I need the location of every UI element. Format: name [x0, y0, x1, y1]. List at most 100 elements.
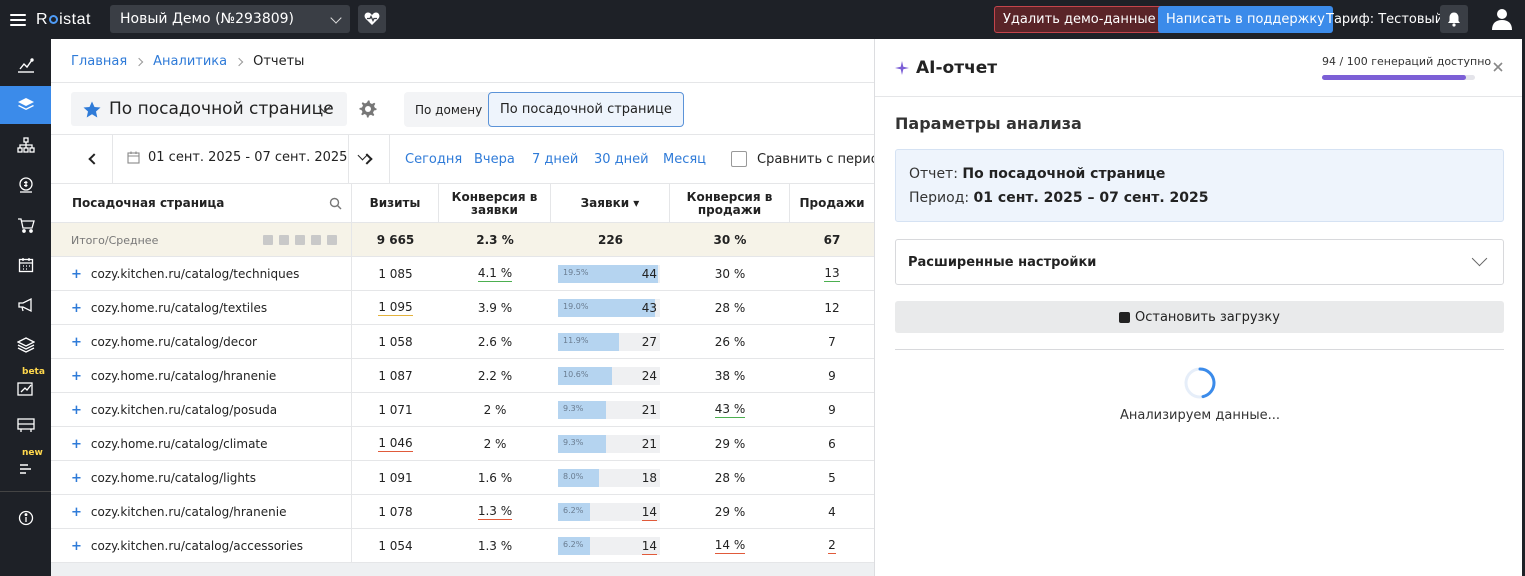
sidebar-item-analytics[interactable]	[0, 46, 51, 84]
phone-icon[interactable]	[311, 235, 321, 245]
period-30-days[interactable]: 30 дней	[594, 152, 649, 167]
row-page-cell[interactable]: + cozy.kitchen.ru/catalog/accessories	[51, 529, 352, 563]
column-header-conv-leads[interactable]: Конверсия в заявки	[439, 184, 551, 223]
next-period-button[interactable]	[348, 135, 390, 183]
row-visits-cell: 1 085	[352, 257, 439, 291]
row-page: cozy.home.ru/catalog/decor	[90, 335, 257, 349]
row-visits: 1 046	[378, 436, 413, 452]
row-page: cozy.kitchen.ru/catalog/accessories	[90, 539, 303, 553]
expand-icon[interactable]: +	[71, 403, 82, 418]
table-row[interactable]: + cozy.kitchen.ru/catalog/techniques 1 085…	[51, 257, 874, 291]
total-row: Итого/Среднее 9 665 2.3 % 226 30 % 67	[51, 223, 874, 257]
expand-icon[interactable]: +	[71, 335, 82, 350]
sidebar-item-reports[interactable]	[0, 86, 51, 124]
expand-icon[interactable]: +	[71, 369, 82, 384]
row-page-cell[interactable]: + cozy.home.ru/catalog/lights	[51, 461, 352, 495]
health-button[interactable]	[358, 5, 386, 33]
menu-icon[interactable]	[10, 13, 26, 26]
table-row[interactable]: + cozy.kitchen.ru/catalog/accessories 1 05…	[51, 529, 874, 563]
row-page-cell[interactable]: + cozy.home.ru/catalog/climate	[51, 427, 352, 461]
column-header-sales[interactable]: Продажи	[790, 184, 874, 223]
column-header-visits[interactable]: Визиты	[352, 184, 439, 223]
row-page-cell[interactable]: + cozy.home.ru/catalog/decor	[51, 325, 352, 359]
row-visits-cell: 1 046	[352, 427, 439, 461]
expand-icon[interactable]: +	[71, 437, 82, 452]
total-conv-sales: 30 %	[713, 233, 747, 247]
expand-icon[interactable]: +	[71, 267, 82, 282]
row-leads: 21	[641, 437, 657, 451]
row-leads-pct: 9.3%	[563, 438, 584, 447]
period-7-days[interactable]: 7 дней	[532, 152, 578, 167]
expand-icon[interactable]: +	[71, 301, 82, 316]
row-sales: 12	[824, 301, 840, 315]
checkbox[interactable]	[731, 151, 747, 167]
support-button[interactable]: Написать в поддержку	[1158, 6, 1333, 33]
sidebar-item-marketing[interactable]	[0, 286, 51, 324]
close-icon[interactable]	[1492, 61, 1504, 73]
table-row[interactable]: + cozy.home.ru/catalog/hranenie 1 087 2.2 %…	[51, 359, 874, 393]
expand-icon[interactable]: +	[71, 471, 82, 486]
table-row[interactable]: + cozy.home.ru/catalog/lights 1 091 1.6 % 8.…	[51, 461, 874, 495]
table-row[interactable]: + cozy.kitchen.ru/catalog/posuda 1 071 2 % 9…	[51, 393, 874, 427]
period-month[interactable]: Месяц	[663, 152, 706, 167]
gear-icon[interactable]	[359, 100, 377, 118]
prev-period-button[interactable]	[71, 135, 113, 183]
report-select[interactable]: По посадочной странице	[71, 92, 347, 126]
sort-icon[interactable]	[263, 235, 273, 245]
delete-demo-button[interactable]: Удалить демо-данные	[994, 6, 1165, 33]
breadcrumb-current: Отчеты	[253, 54, 305, 69]
date-range-picker[interactable]: 01 сент. 2025 - 07 сент. 2025	[127, 150, 368, 165]
row-conv-sales: 38 %	[714, 369, 746, 383]
row-page-cell[interactable]: + cozy.kitchen.ru/catalog/techniques	[51, 257, 352, 291]
row-conv-sales-cell: 29 %	[670, 495, 790, 529]
bell-icon	[1448, 12, 1460, 27]
table-row[interactable]: + cozy.home.ru/catalog/climate 1 046 2 % 9.3…	[51, 427, 874, 461]
project-select[interactable]: Новый Демо (№293809)	[110, 5, 350, 33]
sidebar-item-growth[interactable]: beta	[0, 366, 51, 404]
row-sales: 9	[828, 403, 836, 417]
sidebar-item-stack[interactable]	[0, 326, 51, 364]
stop-loading-button[interactable]: Остановить загрузку	[895, 301, 1504, 333]
advanced-settings-accordion[interactable]: Расширенные настройки	[895, 239, 1504, 285]
column-header-leads[interactable]: Заявки ▾	[551, 184, 670, 223]
row-visits-cell: 1 091	[352, 461, 439, 495]
tab-by-domain[interactable]: По домену	[404, 92, 494, 127]
sidebar-divider	[0, 491, 51, 492]
sidebar-item-finance[interactable]	[0, 166, 51, 204]
row-conv-sales-cell: 28 %	[670, 461, 790, 495]
expand-icon[interactable]: +	[71, 539, 82, 554]
project-select-label: Новый Демо (№293809)	[120, 11, 295, 27]
table-row[interactable]: + cozy.kitchen.ru/catalog/hranenie 1 078 1.…	[51, 495, 874, 529]
sidebar-item-info[interactable]	[0, 499, 51, 537]
column-header-conv-sales[interactable]: Конверсия в продажи	[670, 184, 790, 223]
horizontal-scrollbar[interactable]	[51, 563, 874, 576]
tab-by-landing[interactable]: По посадочной странице	[488, 92, 684, 127]
table-row[interactable]: + cozy.home.ru/catalog/textiles 1 095 3.9 %…	[51, 291, 874, 325]
expand-icon[interactable]: +	[71, 505, 82, 520]
notifications-button[interactable]	[1440, 5, 1468, 33]
period-today[interactable]: Сегодня	[405, 152, 462, 167]
sidebar-item-orders[interactable]	[0, 206, 51, 244]
column-header-page[interactable]: Посадочная страница	[51, 184, 352, 223]
table-row[interactable]: + cozy.home.ru/catalog/decor 1 058 2.6 % 11.…	[51, 325, 874, 359]
row-conv-sales: 43 %	[714, 402, 746, 418]
row-page-cell[interactable]: + cozy.kitchen.ru/catalog/posuda	[51, 393, 352, 427]
stop-icon[interactable]	[279, 235, 289, 245]
row-conv-sales-cell: 43 %	[670, 393, 790, 427]
chart-icon[interactable]	[295, 235, 305, 245]
row-page-cell[interactable]: + cozy.home.ru/catalog/hranenie	[51, 359, 352, 393]
period-yesterday[interactable]: Вчера	[474, 152, 515, 167]
list-icon[interactable]	[327, 235, 337, 245]
user-icon[interactable]	[1492, 8, 1512, 30]
sidebar-item-calendar[interactable]	[0, 246, 51, 284]
search-icon[interactable]	[329, 197, 342, 210]
breadcrumb-analytics[interactable]: Аналитика	[153, 54, 227, 69]
sidebar-item-new[interactable]: new	[0, 446, 51, 484]
row-page-cell[interactable]: + cozy.kitchen.ru/catalog/hranenie	[51, 495, 352, 529]
logo[interactable]: Ristat	[36, 11, 91, 29]
sidebar-item-dashboard[interactable]	[0, 406, 51, 444]
sidebar-item-structure[interactable]	[0, 126, 51, 164]
breadcrumb-home[interactable]: Главная	[71, 54, 127, 69]
row-page-cell[interactable]: + cozy.home.ru/catalog/textiles	[51, 291, 352, 325]
tariff-link[interactable]: Тариф: Тестовый	[1326, 12, 1443, 27]
